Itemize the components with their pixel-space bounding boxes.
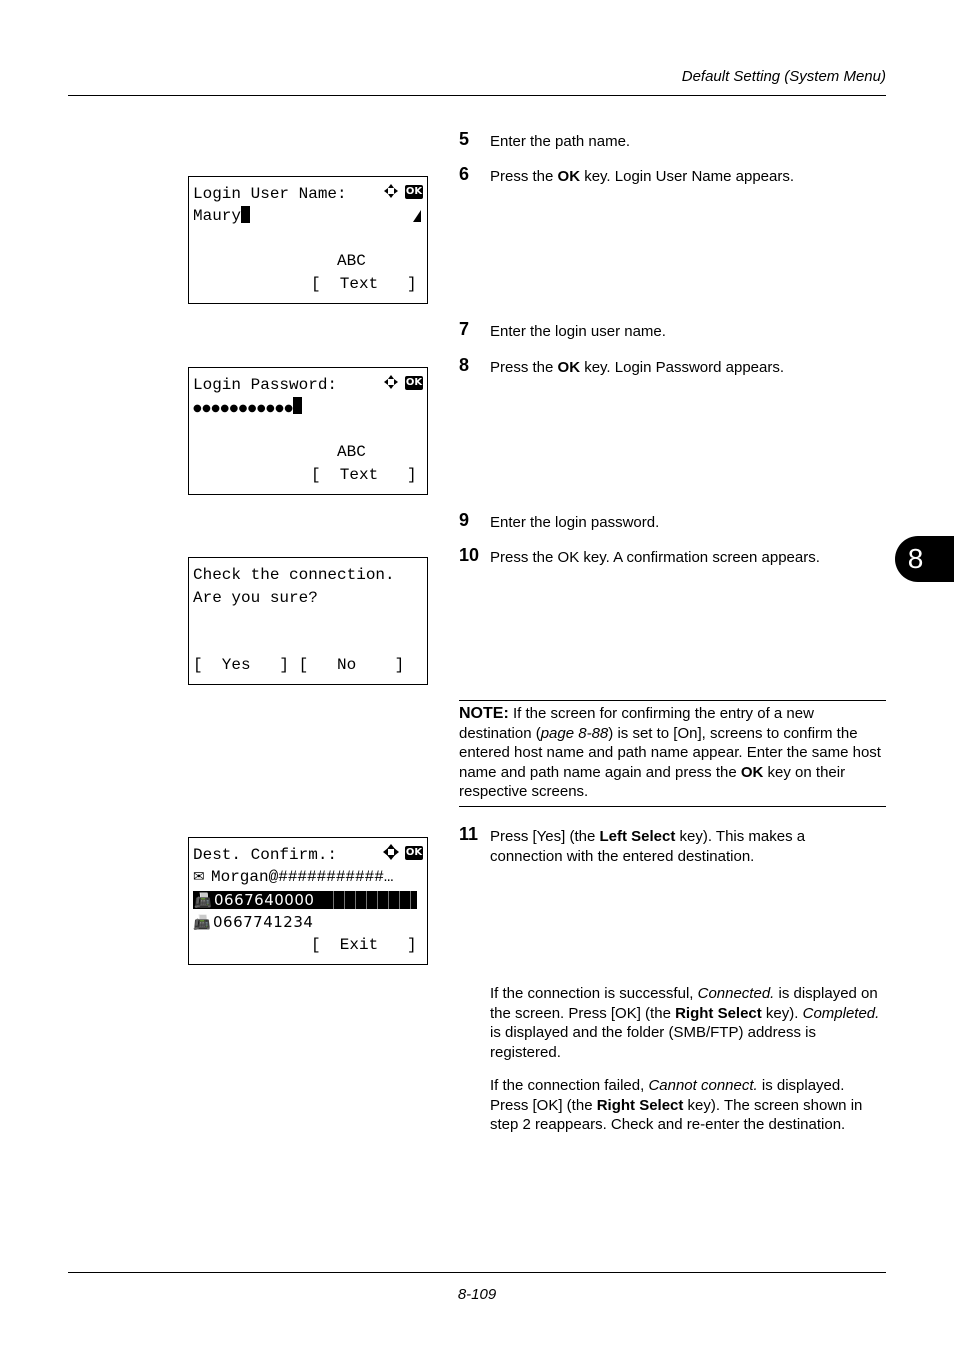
- text-run: If the connection is successful,: [490, 985, 698, 1002]
- screen-title: Login User Name:: [193, 185, 347, 203]
- step-number: 9: [459, 510, 470, 530]
- bold-term: Left Select: [599, 828, 676, 845]
- ok-key-icon: OK: [405, 185, 423, 199]
- input-line: ●●●●●●●●●●●: [193, 397, 303, 419]
- italic-term: Completed.: [802, 1004, 880, 1022]
- result-failure-paragraph: If the connection failed, Cannot connect…: [490, 1076, 886, 1135]
- text-cursor: [241, 206, 251, 223]
- confirm-message: Check the connection.: [193, 566, 395, 584]
- fax-number: 0667741234: [213, 913, 314, 931]
- step-number: 10: [459, 545, 480, 565]
- exit-softkey: [ Exit ]: [311, 936, 417, 954]
- text-run: Enter the path name.: [490, 133, 631, 150]
- input-line: Maury: [193, 206, 251, 226]
- navigation-arrows-icon: [383, 844, 399, 860]
- header-rule: [68, 95, 886, 96]
- note-bottom-rule: [459, 806, 886, 807]
- text-softkey: [ Text ]: [311, 275, 417, 293]
- navigation-arrows-icon: [384, 375, 398, 389]
- step-number: 7: [459, 319, 470, 339]
- chapter-number: 8: [907, 543, 924, 574]
- fax-number: 0667640000: [214, 891, 315, 909]
- text-run: is displayed and the folder (SMB/FTP) ad…: [490, 1024, 816, 1061]
- input-mode: ABC: [337, 252, 366, 270]
- text-cursor: [293, 397, 303, 414]
- login-user-name-value: Maury: [193, 207, 242, 225]
- screen-title: Login Password:: [193, 376, 338, 394]
- ok-key-icon: OK: [405, 846, 423, 860]
- step-text: Enter the login password.: [490, 513, 659, 533]
- step-number: 5: [459, 129, 470, 149]
- text-run: Enter the login user name.: [490, 323, 666, 340]
- text-run: Press the: [490, 359, 558, 376]
- text-run: key. Login Password appears.: [580, 359, 785, 376]
- password-masked-value: ●●●●●●●●●●●: [193, 403, 294, 414]
- step-text: Enter the path name.: [490, 132, 630, 152]
- fax-destination: 📠 0667741234: [193, 912, 313, 933]
- screen-dest-confirm: Dest. Confirm.: OK ✉ Morgan@###########… …: [188, 837, 428, 965]
- step-text: Press the OK key. Login Password appears…: [490, 358, 784, 378]
- chapter-tab: 8: [895, 536, 954, 582]
- step-number: 11: [459, 824, 479, 844]
- step-text: Enter the login user name.: [490, 322, 666, 342]
- confirm-question: Are you sure?: [193, 589, 318, 607]
- signal-triangle-icon: [413, 210, 421, 222]
- running-header: Default Setting (System Menu): [681, 68, 886, 85]
- text-run: Press the: [490, 168, 558, 185]
- text-run: Enter the login password.: [490, 514, 660, 531]
- screen-login-user-name: Login User Name: OK Maury ABC [ Text ]: [188, 176, 428, 304]
- italic-term: Cannot connect.: [648, 1077, 758, 1094]
- fax-icon: 📠: [193, 915, 211, 931]
- italic-term: page 8-88: [540, 724, 609, 742]
- bold-term: Right Select: [675, 1004, 762, 1022]
- screen-login-password: Login Password: OK ●●●●●●●●●●● ABC [ Tex…: [188, 367, 428, 495]
- ok-key-icon: OK: [405, 376, 423, 390]
- step-number: 8: [459, 355, 470, 375]
- fax-icon: 📠: [194, 893, 212, 909]
- screen-check-connection: Check the connection. Are you sure? [ Ye…: [188, 557, 428, 685]
- step-number: 6: [459, 164, 470, 184]
- email-destination: ✉ Morgan@###########…: [193, 867, 393, 887]
- text-run: Press the OK key. A confirmation screen …: [490, 549, 820, 566]
- bold-term: OK: [740, 763, 764, 781]
- italic-term: Connected.: [697, 985, 775, 1002]
- email-address: Morgan@###########…: [211, 868, 394, 886]
- text-run: If the connection failed,: [490, 1077, 649, 1094]
- yes-no-softkeys: [ Yes ] [ No ]: [193, 656, 405, 674]
- note-box: NOTE: If the screen for confirming the e…: [459, 704, 886, 802]
- bold-term: OK: [557, 359, 581, 376]
- note-top-rule: [459, 700, 886, 701]
- step-text: Press [Yes] (the Left Select key). This …: [490, 827, 830, 867]
- result-success-paragraph: If the connection is successful, Connect…: [490, 984, 886, 1062]
- text-run: key).: [761, 1004, 803, 1022]
- page-number: 8-109: [457, 1286, 497, 1303]
- text-softkey: [ Text ]: [311, 466, 417, 484]
- empty-cells: [323, 891, 417, 909]
- note-text: If the screen for confirming the entry o…: [459, 705, 881, 800]
- fax-line: 📠 0667640000: [194, 890, 314, 911]
- step-text: Press the OK key. A confirmation screen …: [490, 548, 820, 568]
- bold-term: OK: [557, 168, 581, 185]
- footer-rule: [68, 1272, 886, 1273]
- screen-title: Dest. Confirm.:: [193, 846, 338, 864]
- step-text: Press the OK key. Login User Name appear…: [490, 167, 794, 187]
- text-run: key. Login User Name appears.: [580, 168, 795, 185]
- fax-destination-selected: 📠 0667640000: [193, 891, 417, 909]
- bold-term: Right Select: [596, 1096, 684, 1114]
- note-label: NOTE:: [459, 705, 509, 722]
- envelope-icon: ✉: [193, 869, 205, 885]
- text-run: Press [Yes] (the: [490, 828, 600, 845]
- input-mode: ABC: [337, 443, 366, 461]
- navigation-arrows-icon: [384, 184, 398, 198]
